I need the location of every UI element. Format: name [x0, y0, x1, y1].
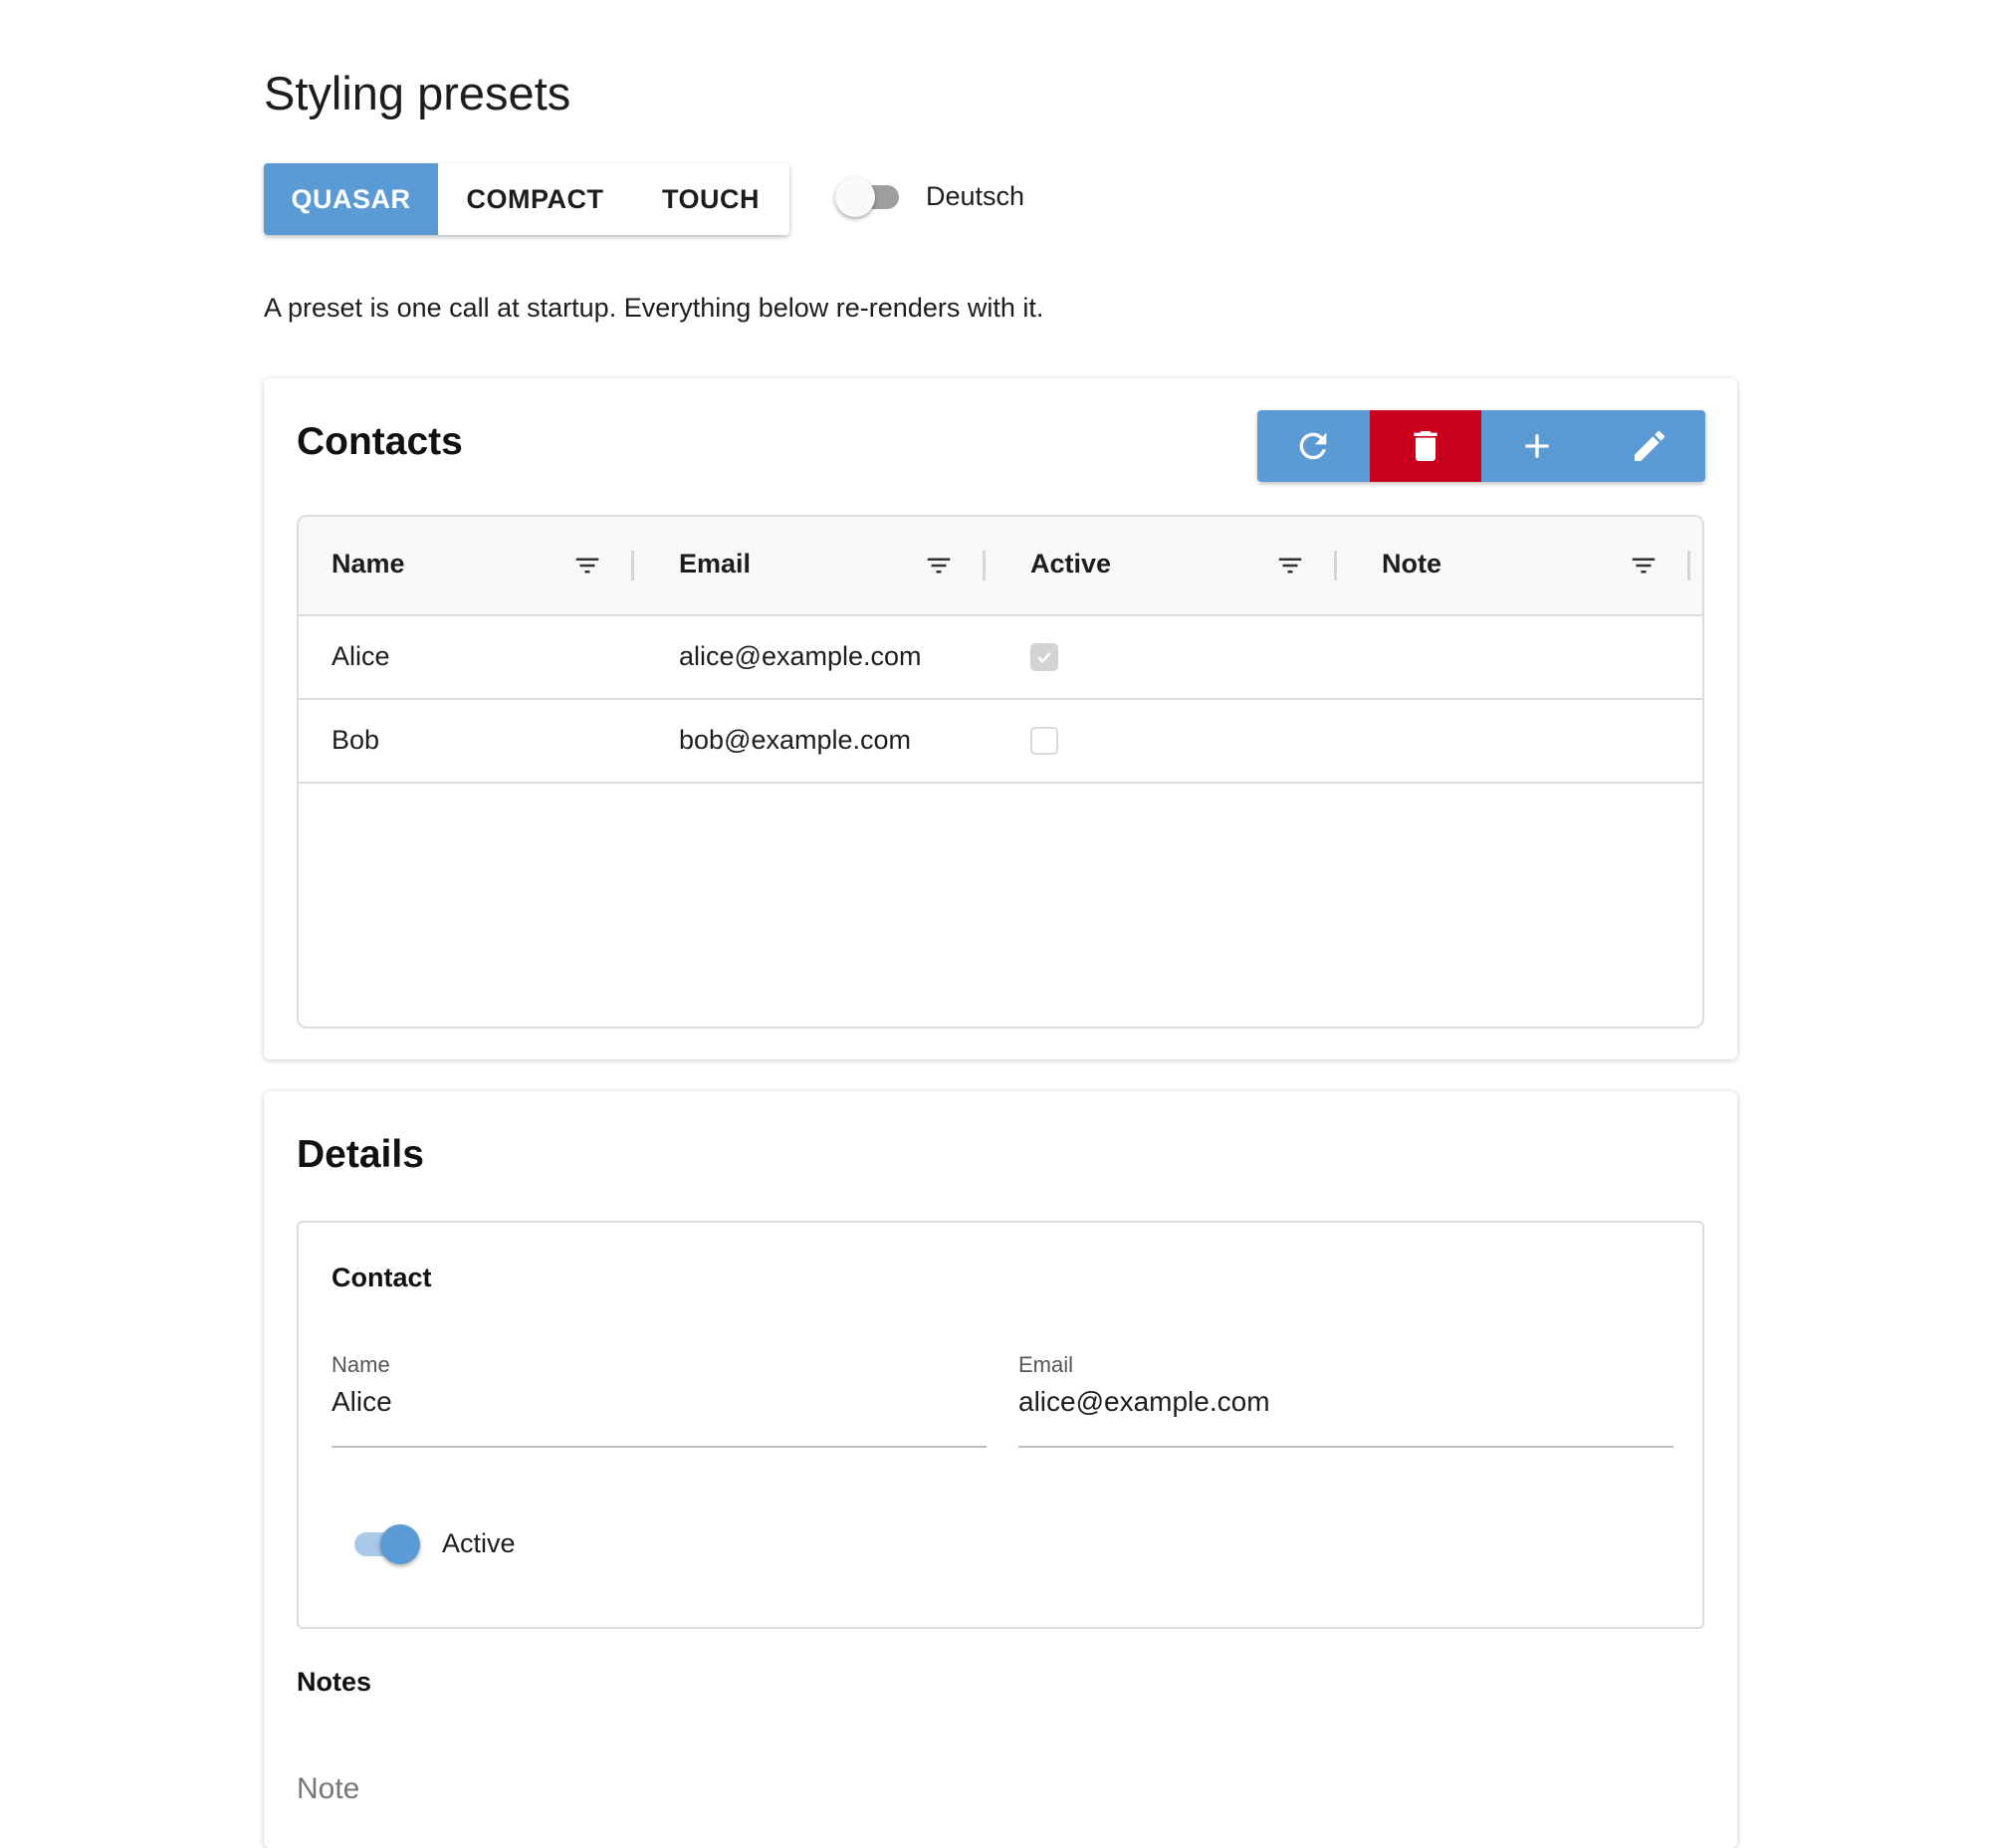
- column-header-label: Active: [1030, 549, 1112, 578]
- cell-email: bob@example.com: [646, 700, 997, 782]
- cell-note: [1349, 700, 1702, 782]
- preset-compact-button[interactable]: COMPACT: [438, 163, 632, 235]
- trash-icon: [1414, 431, 1438, 461]
- contacts-toolbar: [1257, 410, 1705, 482]
- table-row[interactable]: Bob bob@example.com: [299, 700, 1702, 784]
- preset-touch-button[interactable]: TOUCH: [632, 163, 789, 235]
- column-resize-handle[interactable]: [631, 551, 635, 580]
- intro-text: A preset is one call at startup. Everyth…: [264, 293, 1044, 323]
- table-row[interactable]: Alice alice@example.com: [299, 616, 1702, 700]
- contacts-grid: Name Email Active Note Alice alice@examp…: [297, 515, 1704, 1029]
- delete-button[interactable]: [1369, 410, 1481, 482]
- column-resize-handle[interactable]: [983, 551, 987, 580]
- cell-name: Alice: [299, 616, 646, 698]
- refresh-icon: [1299, 432, 1327, 460]
- edit-button[interactable]: [1593, 410, 1705, 482]
- name-field[interactable]: Name Alice: [332, 1352, 987, 1448]
- active-checkbox[interactable]: [1030, 727, 1059, 755]
- check-icon: [1037, 651, 1051, 663]
- contact-legend: Contact: [332, 1263, 432, 1292]
- language-toggle-label: Deutsch: [926, 181, 1025, 211]
- column-resize-handle[interactable]: [1687, 551, 1691, 580]
- language-toggle[interactable]: Deutsch: [835, 176, 1025, 217]
- cell-text: bob@example.com: [679, 725, 912, 755]
- cell-name: Bob: [299, 700, 646, 782]
- email-field-label: Email: [1018, 1352, 1074, 1377]
- email-field-value[interactable]: alice@example.com: [1018, 1386, 1270, 1418]
- active-switch-thumb[interactable]: [380, 1523, 420, 1564]
- column-header-note[interactable]: Note: [1349, 517, 1702, 614]
- cell-text: Bob: [332, 725, 380, 755]
- note-input[interactable]: Note: [297, 1768, 1704, 1828]
- language-switch-track[interactable]: [835, 176, 899, 217]
- add-button[interactable]: [1481, 410, 1594, 482]
- preset-button-group: QUASAR COMPACT TOUCH: [264, 163, 789, 235]
- filter-icon[interactable]: [924, 551, 954, 580]
- preset-quasar-button[interactable]: QUASAR: [264, 163, 438, 235]
- cell-active: [997, 616, 1349, 698]
- column-header-active[interactable]: Active: [997, 517, 1349, 614]
- name-field-value[interactable]: Alice: [332, 1386, 392, 1418]
- details-title: Details: [297, 1133, 424, 1176]
- active-switch-track[interactable]: [354, 1523, 420, 1564]
- cell-text: alice@example.com: [679, 641, 922, 671]
- filter-icon[interactable]: [572, 551, 602, 580]
- active-checkbox[interactable]: [1030, 643, 1059, 671]
- cell-text: Alice: [332, 641, 390, 671]
- filter-icon[interactable]: [1275, 551, 1305, 580]
- grid-header-row: Name Email Active Note: [299, 517, 1702, 616]
- active-toggle-label: Active: [442, 1528, 516, 1558]
- pencil-icon: [1634, 430, 1664, 461]
- plus-icon: [1525, 434, 1549, 458]
- column-header-label: Email: [679, 549, 752, 578]
- notes-heading: Notes: [297, 1667, 372, 1697]
- cell-email: alice@example.com: [646, 616, 997, 698]
- column-header-label: Note: [1382, 549, 1442, 578]
- cell-note: [1349, 616, 1702, 698]
- language-switch-thumb[interactable]: [835, 176, 875, 217]
- filter-icon[interactable]: [1629, 551, 1659, 580]
- contacts-title: Contacts: [297, 420, 463, 463]
- column-resize-handle[interactable]: [1334, 551, 1338, 580]
- note-placeholder: Note: [297, 1772, 360, 1805]
- active-toggle[interactable]: Active: [354, 1523, 516, 1564]
- column-header-email[interactable]: Email: [646, 517, 997, 614]
- contacts-card: Contacts Name Email Active Note Alice al…: [264, 378, 1737, 1059]
- details-card: Details Contact Name Alice Email alice@e…: [264, 1091, 1737, 1848]
- cell-active: [997, 700, 1349, 782]
- column-header-label: Name: [332, 549, 405, 578]
- contact-fieldset: Contact Name Alice Email alice@example.c…: [297, 1221, 1704, 1629]
- name-field-label: Name: [332, 1352, 390, 1377]
- refresh-button[interactable]: [1257, 410, 1370, 482]
- email-field[interactable]: Email alice@example.com: [1018, 1352, 1673, 1448]
- page-title: Styling presets: [264, 67, 571, 119]
- column-header-name[interactable]: Name: [299, 517, 646, 614]
